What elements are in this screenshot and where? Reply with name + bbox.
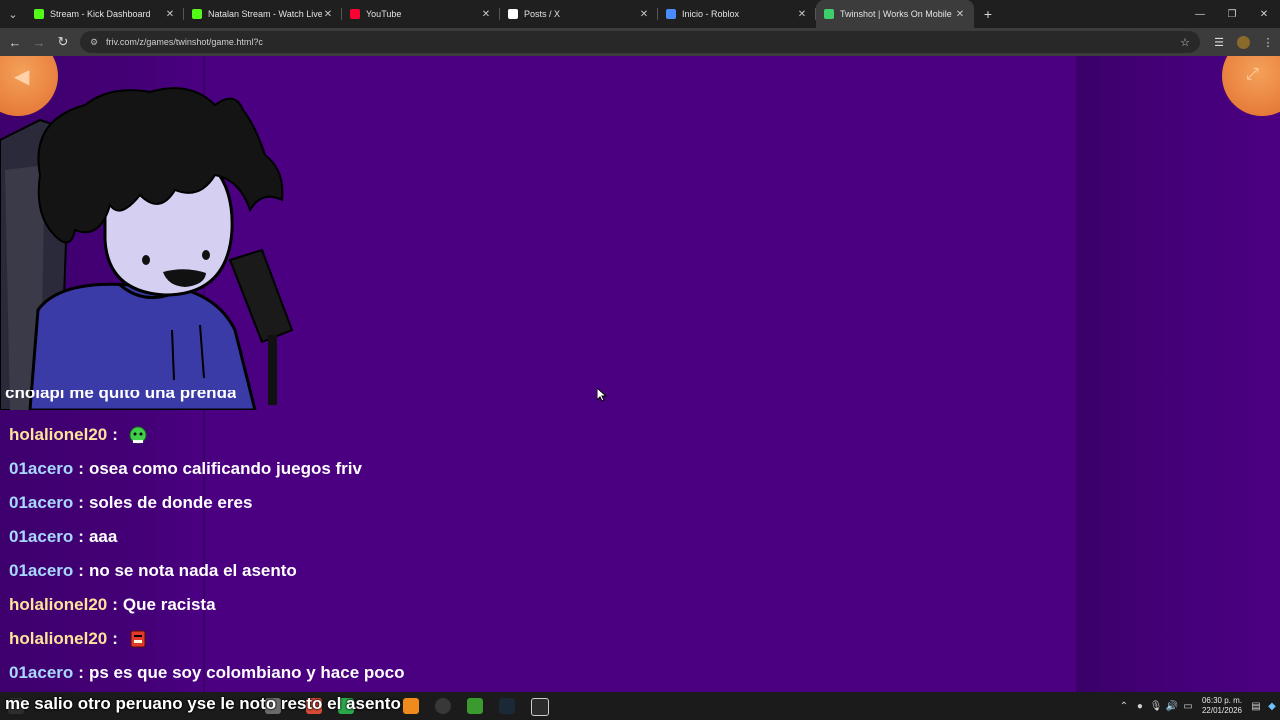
volume-icon[interactable]: 🔊 bbox=[1164, 701, 1180, 712]
chat-username: holalionel20 bbox=[9, 425, 108, 444]
profile-avatar[interactable] bbox=[1237, 35, 1250, 49]
tab-label: Posts / X bbox=[524, 9, 561, 19]
tab-list: Stream - Kick Dashboard ✕ Natalan Stream -… bbox=[26, 0, 974, 28]
bookmark-star-icon[interactable]: ☆ bbox=[1180, 36, 1190, 49]
back-arrow-icon[interactable]: ← bbox=[3, 30, 27, 54]
chat-username: 01acero bbox=[9, 663, 74, 682]
chat-separator: : bbox=[78, 459, 84, 478]
chat-message: 01acero: soles de donde eres bbox=[0, 486, 600, 520]
browser-tab-strip: ⌄ Stream - Kick Dashboard ✕ Natalan Stream… bbox=[0, 0, 1280, 28]
minecraft-icon[interactable] bbox=[467, 698, 483, 714]
chat-separator: : bbox=[78, 527, 84, 546]
chat-separator: : bbox=[112, 595, 118, 614]
green-emote-icon bbox=[129, 426, 147, 444]
chat-username: 01acero bbox=[9, 527, 74, 546]
system-tray: ⌃ ● 🎙 🔊 ▭ 06:30 p. m. 22/01/2026 ▤ ◆ bbox=[1116, 692, 1280, 720]
site-info-icon[interactable]: ⚙ bbox=[86, 37, 102, 48]
red-emote-icon bbox=[130, 630, 146, 648]
reading-list-icon[interactable]: ☰ bbox=[1207, 36, 1231, 49]
epic-games-icon[interactable] bbox=[531, 698, 549, 716]
kick-icon bbox=[34, 9, 44, 19]
chat-message: 01acero: osea como calificando juegos fri… bbox=[0, 452, 600, 486]
address-bar[interactable]: ⚙ friv.com/z/games/twinshot/game.html?c … bbox=[80, 31, 1200, 53]
chat-separator: : bbox=[112, 425, 118, 444]
streamer-avatar-overlay bbox=[0, 87, 294, 410]
chat-username: 01acero bbox=[9, 561, 74, 580]
chat-message: 01acero: no se nota nada el asento bbox=[0, 554, 600, 588]
tab-search-icon[interactable]: ⌄ bbox=[0, 0, 26, 28]
chat-username: holalionel20 bbox=[9, 629, 108, 648]
friv-icon bbox=[824, 9, 834, 19]
chat-username: holalionel20 bbox=[9, 595, 108, 614]
tab-1[interactable]: Natalan Stream - Watch Live on✕ bbox=[184, 0, 342, 28]
chat-partial-line: cholapi me quito una prenda bbox=[5, 390, 237, 402]
tab-close-icon[interactable]: ✕ bbox=[322, 9, 334, 20]
tab-0[interactable]: Stream - Kick Dashboard ✕ bbox=[26, 0, 184, 28]
tab-close-icon[interactable]: ✕ bbox=[638, 9, 650, 20]
address-url[interactable]: friv.com/z/games/twinshot/game.html?c bbox=[106, 37, 263, 47]
obs-icon[interactable] bbox=[435, 698, 451, 714]
tab-4[interactable]: Inicio - Roblox ✕ bbox=[658, 0, 816, 28]
tab-label: Stream - Kick Dashboard bbox=[50, 9, 151, 19]
x-icon bbox=[508, 9, 518, 19]
kick-icon bbox=[192, 9, 202, 19]
chat-text: no se nota nada el asento bbox=[88, 561, 297, 580]
tab-label: YouTube bbox=[366, 9, 402, 19]
chat-message: holalionel20: bbox=[0, 622, 600, 656]
game-page: ◀ ⤢ cholapi me quito una prenda holalion… bbox=[0, 56, 1280, 692]
browser-toolbar: ← → ↻ ⚙ friv.com/z/games/twinshot/game.h… bbox=[0, 28, 1280, 56]
chrome-icon[interactable] bbox=[403, 698, 419, 714]
chat-caption-line: me salio otro peruano yse le noto resto … bbox=[5, 694, 401, 713]
chat-separator: : bbox=[78, 493, 84, 512]
clock-time: 06:30 p. m. bbox=[1201, 696, 1242, 705]
roblox-icon bbox=[666, 9, 676, 19]
toolbar-right: ☰ ⋮ bbox=[1207, 28, 1280, 56]
tab-label: Inicio - Roblox bbox=[682, 9, 740, 19]
menu-icon[interactable]: ⋮ bbox=[1256, 36, 1280, 49]
tab-3[interactable]: Posts / X ✕ bbox=[500, 0, 658, 28]
chat-text: ps es que soy colombiano y hace poco bbox=[88, 663, 405, 682]
right-side-panel bbox=[1076, 56, 1280, 692]
chat-overlay: holalionel20:01acero: osea como califican… bbox=[0, 418, 600, 690]
tab-close-icon[interactable]: ✕ bbox=[164, 9, 176, 20]
close-window-icon[interactable]: ✕ bbox=[1248, 0, 1280, 28]
notifications-icon[interactable]: ▤ bbox=[1248, 701, 1264, 712]
chat-message: holalionel20: Que racista bbox=[0, 588, 600, 622]
tab-2[interactable]: YouTube ✕ bbox=[342, 0, 500, 28]
new-tab-button[interactable]: + bbox=[974, 0, 1002, 28]
chat-separator: : bbox=[78, 663, 84, 682]
expand-icon: ⤢ bbox=[1246, 66, 1259, 83]
chat-message: holalionel20: bbox=[0, 418, 600, 452]
chat-username: 01acero bbox=[9, 493, 74, 512]
reload-icon[interactable]: ↻ bbox=[51, 30, 75, 54]
tray-color-icon[interactable]: ◆ bbox=[1264, 701, 1280, 712]
restore-icon[interactable]: ❐ bbox=[1216, 0, 1248, 28]
chevron-up-icon[interactable]: ⌃ bbox=[1116, 701, 1132, 712]
tab-close-icon[interactable]: ✕ bbox=[796, 9, 808, 20]
chat-text: osea como calificando juegos friv bbox=[88, 459, 362, 478]
tab-label: Twinshot | Works On Mobile | P bbox=[840, 9, 954, 19]
forward-arrow-icon[interactable]: → bbox=[27, 30, 51, 54]
minimize-icon[interactable]: — bbox=[1184, 0, 1216, 28]
chat-separator: : bbox=[112, 629, 118, 648]
tab-5[interactable]: Twinshot | Works On Mobile | P ✕ bbox=[816, 0, 974, 28]
chat-username: 01acero bbox=[9, 459, 74, 478]
taskbar-clock[interactable]: 06:30 p. m. 22/01/2026 bbox=[1202, 696, 1242, 716]
tab-close-icon[interactable]: ✕ bbox=[480, 9, 492, 20]
chat-separator: : bbox=[78, 561, 84, 580]
steam-icon[interactable] bbox=[499, 698, 515, 714]
chat-text: aaa bbox=[88, 527, 118, 546]
chat-text: soles de donde eres bbox=[88, 493, 253, 512]
microphone-icon[interactable]: 🎙 bbox=[1148, 701, 1164, 712]
tab-close-icon[interactable]: ✕ bbox=[954, 9, 966, 20]
window-controls: — ❐ ✕ bbox=[1184, 0, 1280, 28]
tray-app-icon[interactable]: ● bbox=[1132, 701, 1148, 712]
youtube-icon bbox=[350, 9, 360, 19]
chat-text: Que racista bbox=[122, 595, 216, 614]
chat-message: 01acero: aaa bbox=[0, 520, 600, 554]
clock-date: 22/01/2026 bbox=[1201, 706, 1242, 715]
tab-label: Natalan Stream - Watch Live on bbox=[208, 9, 322, 19]
network-icon[interactable]: ▭ bbox=[1180, 701, 1196, 712]
chat-message: 01acero: ps es que soy colombiano y hace … bbox=[0, 656, 600, 690]
